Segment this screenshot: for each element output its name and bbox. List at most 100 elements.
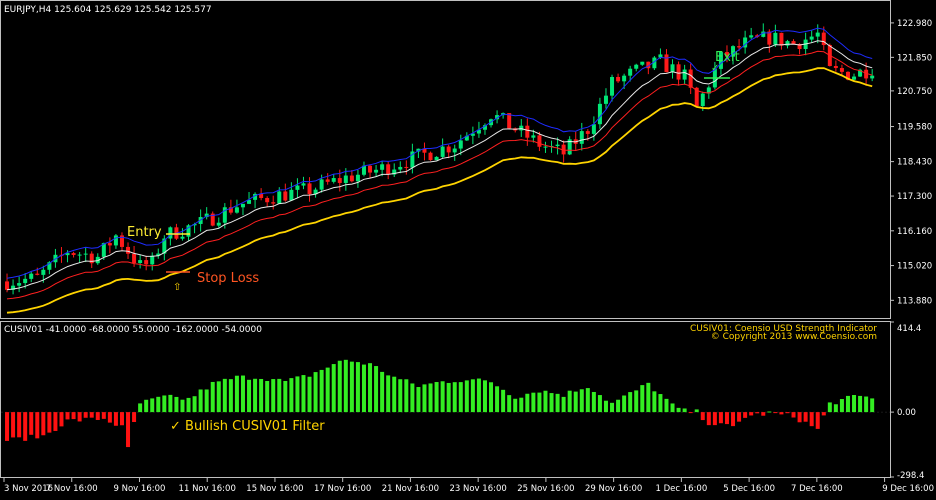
price-y-tick-label: 121.850 [897,53,932,63]
histogram-bar [682,408,687,413]
x-tick-label: 15 Nov 16:00 [246,484,303,494]
candle-body [749,35,754,38]
candle-body [277,191,282,204]
candle-body [5,281,10,290]
histogram-bar [779,412,784,415]
histogram-bar [531,392,536,413]
histogram-bar [724,412,729,425]
histogram-bar [368,363,373,413]
stop-loss-arrow-icon: ⇧ [173,282,181,293]
candle-body [791,41,796,44]
histogram-bar [410,383,415,413]
candle-body [579,131,584,144]
histogram-bar [119,412,124,426]
histogram-bar [743,412,748,418]
candle-body [537,135,542,147]
histogram-bar [271,379,276,413]
candle-body [35,273,40,275]
candle-body [180,236,185,239]
histogram-bar [852,395,857,413]
x-tick-label: 7 Nov 16:00 [46,484,98,494]
candle-body [737,46,742,48]
histogram-bar [452,382,457,413]
indicator-y-tick-label: 414.4 [897,324,921,334]
histogram-bar [144,399,149,413]
candle-body [622,75,627,82]
candle-body [71,253,76,255]
candle-body [773,32,778,45]
histogram-bar [694,409,699,413]
histogram-bar [386,375,391,413]
histogram-bar [603,400,608,413]
histogram-bar [434,382,439,413]
histogram-bar [240,375,245,413]
x-tick-label: 11 Nov 16:00 [179,484,236,494]
candle-body [779,32,784,46]
candle-body [839,68,844,72]
price-panel-header: EURJPY,H4 125.604 125.629 125.542 125.57… [4,5,212,15]
histogram-bar [210,381,215,413]
exit-check-icon: ✓ [711,63,719,74]
histogram-bar [519,397,524,413]
candle-body [428,152,433,161]
candle-body [150,255,155,265]
candle-body [307,183,312,195]
histogram-bar [597,395,602,413]
histogram-bar [392,376,397,413]
indicator-copyright: © Copyright 2013 www.Coensio.com [711,332,877,342]
candle-body [126,246,131,254]
histogram-bar [222,378,227,413]
x-tick-label: 7 Dec 16:00 [791,484,843,494]
candle-body [670,64,675,73]
histogram-bar [446,382,451,413]
x-tick-label: 29 Nov 16:00 [585,484,642,494]
candle-body [815,32,820,37]
histogram-bar [307,376,312,413]
histogram-bar [422,384,427,413]
candle-body [41,269,46,275]
candle-body [107,243,112,246]
candle-body [301,183,306,186]
candle-body [216,222,221,226]
candle-body [144,260,149,265]
histogram-bar [156,396,161,413]
histogram-bar [380,371,385,413]
price-y-tick-label: 116.160 [897,227,932,237]
histogram-bar [833,404,838,413]
candle-body [688,69,693,88]
histogram-bar [349,361,354,413]
candle-body [380,164,385,170]
candle-body [640,61,645,65]
bullish-filter-label: ✓ Bullish CUSIV01 Filter [170,419,325,434]
x-tick-label: 1 Dec 16:00 [655,484,707,494]
indicator-y-tick-label: -298.4 [897,471,924,481]
histogram-bar [331,364,336,413]
histogram-bar [676,407,681,413]
candle-body [676,64,681,80]
chart-canvas[interactable]: 122.980 121.850 120.750 119.580 118.430 117.3… [0,0,936,496]
histogram-bar [797,412,802,423]
histogram-bar [591,391,596,413]
histogram-bar [234,375,239,413]
histogram-bar [864,396,869,413]
histogram-bar [537,392,542,413]
x-tick-label: 23 Nov 16:00 [449,484,506,494]
candle-body [331,178,336,182]
histogram-bar [47,412,52,433]
candle-body [833,65,838,69]
histogram-bar [634,390,639,413]
histogram-bar [29,412,34,435]
histogram-bar [555,393,560,413]
histogram-bar [77,412,82,422]
candle-body [446,146,451,153]
histogram-bar [458,382,463,413]
candle-body [597,103,602,125]
stop-loss-label: Stop Loss [197,271,259,286]
histogram-bar [640,385,645,413]
histogram-bar [755,412,760,414]
candle-body [664,54,669,73]
histogram-bar [476,378,481,413]
candle-body [785,41,790,46]
candle-body [374,169,379,173]
histogram-bar [628,392,633,413]
